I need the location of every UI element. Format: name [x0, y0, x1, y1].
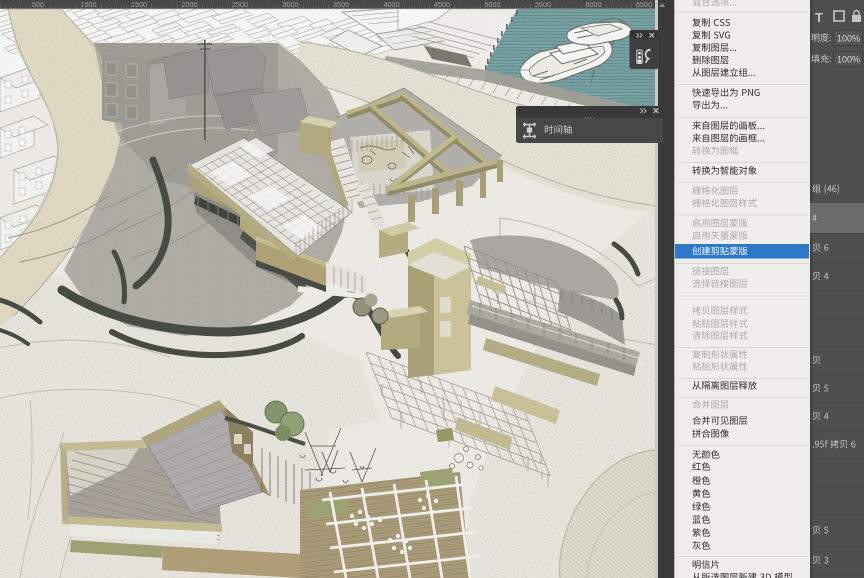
svg-text:2500: 2500: [232, 0, 248, 9]
svg-text:100%: 100%: [837, 34, 860, 44]
svg-text:1500: 1500: [131, 0, 147, 9]
svg-text:4500: 4500: [434, 0, 450, 9]
svg-text:3000: 3000: [283, 0, 299, 9]
svg-text:5500: 5500: [535, 0, 551, 9]
svg-text:4000: 4000: [384, 0, 400, 9]
svg-text:5000: 5000: [485, 0, 501, 9]
svg-text:1000: 1000: [81, 0, 97, 9]
svg-text:T: T: [815, 10, 823, 25]
svg-text:2000: 2000: [182, 0, 198, 9]
svg-text:3500: 3500: [333, 0, 349, 9]
svg-text:500: 500: [32, 0, 44, 9]
svg-text:6500: 6500: [636, 0, 652, 9]
svg-text:6000: 6000: [586, 0, 602, 9]
svg-text:100%: 100%: [837, 55, 860, 65]
